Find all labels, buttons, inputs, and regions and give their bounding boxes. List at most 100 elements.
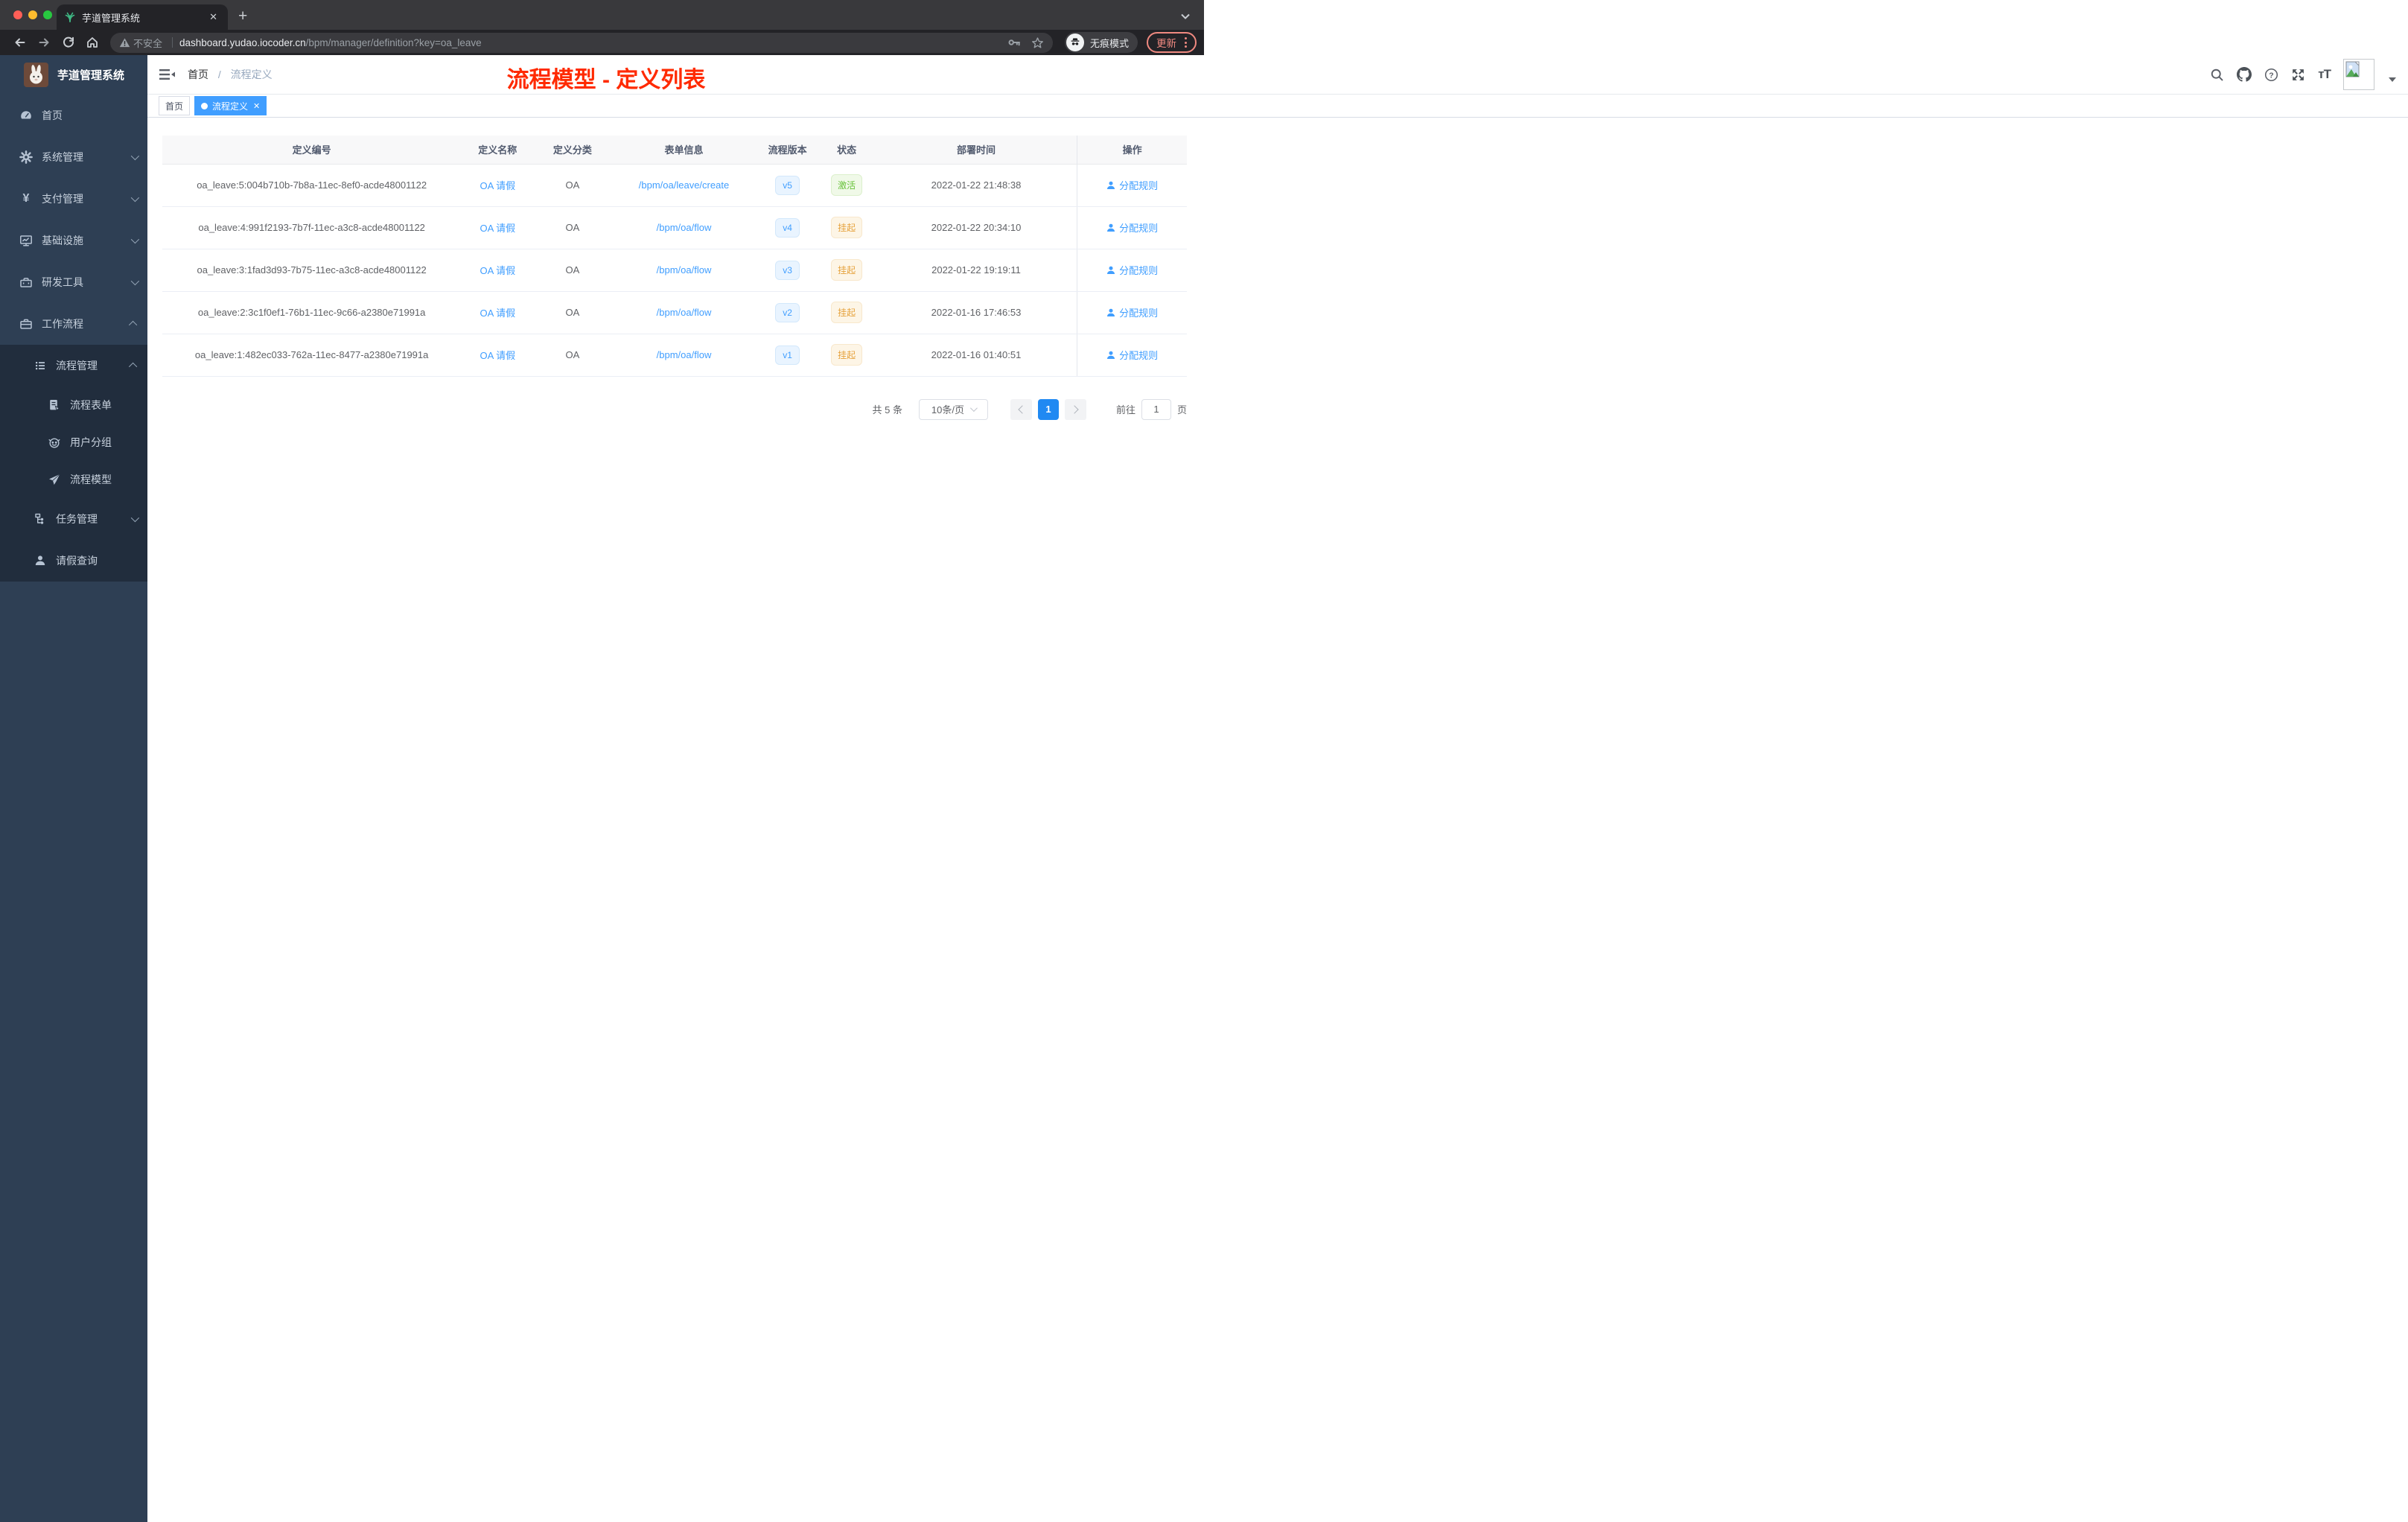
form-link[interactable]: /bpm/oa/flow (657, 264, 712, 276)
cell-category: OA (534, 334, 611, 377)
url-text[interactable]: dashboard.yudao.iocoder.cn/bpm/manager/d… (179, 37, 1007, 48)
bookmark-star-icon[interactable] (1031, 36, 1044, 49)
help-icon[interactable]: ? (2264, 68, 2278, 82)
chevron-down-icon (130, 513, 140, 523)
sidebar-item-user-group[interactable]: 用户分组 (0, 424, 147, 461)
prev-page-button[interactable] (1010, 398, 1032, 420)
sidebar-logo[interactable]: 芋道管理系统 (0, 55, 147, 95)
monitor-icon (19, 234, 33, 247)
browser-menu-icon[interactable] (1185, 37, 1187, 48)
sidebar-item-leave-query[interactable]: 请假查询 (0, 540, 147, 582)
assign-rule-link[interactable]: 分配规则 (1106, 263, 1158, 277)
tag-process-definition[interactable]: 流程定义 ✕ (194, 96, 267, 115)
update-chip[interactable]: 更新 (1147, 32, 1197, 53)
form-link[interactable]: /bpm/oa/flow (657, 307, 712, 318)
sidebar-item-system[interactable]: 系统管理 (0, 136, 147, 178)
hamburger-icon[interactable] (159, 68, 176, 81)
user-icon (1107, 308, 1115, 316)
new-tab-button[interactable]: + (238, 7, 247, 25)
definition-name-link[interactable]: OA 请假 (480, 223, 515, 234)
version-badge: v3 (775, 260, 800, 280)
tab-search-icon[interactable] (1180, 10, 1191, 24)
security-warning-icon[interactable] (119, 37, 130, 48)
url-bar[interactable]: 不安全 dashboard.yudao.iocoder.cn/bpm/manag… (110, 32, 1053, 53)
chevron-up-icon (128, 362, 138, 372)
close-window-button[interactable] (13, 10, 22, 19)
sidebar-item-payment[interactable]: ¥ 支付管理 (0, 178, 147, 220)
col-header-name: 定义名称 (461, 136, 535, 165)
update-label[interactable]: 更新 (1156, 35, 1176, 50)
definition-name-link[interactable]: OA 请假 (480, 308, 515, 319)
table-row: oa_leave:1:482ec033-762a-11ec-8477-a2380… (162, 334, 1187, 377)
window-controls[interactable] (13, 10, 52, 19)
definition-name-link[interactable]: OA 请假 (480, 265, 515, 276)
form-link[interactable]: /bpm/oa/flow (657, 349, 712, 360)
font-size-icon[interactable]: тТ (2318, 67, 2331, 82)
sidebar-item-label: 系统管理 (42, 151, 83, 163)
assign-rule-link[interactable]: 分配规则 (1106, 178, 1158, 192)
definition-name-link[interactable]: OA 请假 (480, 180, 515, 191)
sidebar-item-home[interactable]: 首页 (0, 95, 147, 136)
toolbox-icon (19, 276, 33, 289)
back-icon[interactable] (13, 36, 27, 49)
url-path: /bpm/manager/definition?key=oa_leave (305, 36, 482, 48)
col-header-deploy-time: 部署时间 (875, 136, 1077, 165)
page-size-select[interactable]: 10条/页 (918, 398, 988, 420)
assign-rule-link[interactable]: 分配规则 (1106, 220, 1158, 235)
page-number-current[interactable]: 1 (1037, 398, 1059, 420)
status-badge: 挂起 (831, 259, 863, 281)
sidebar-item-process-form[interactable]: 流程表单 (0, 386, 147, 424)
search-icon[interactable] (2210, 68, 2224, 82)
sidebar-item-devtools[interactable]: 研发工具 (0, 261, 147, 303)
logo-avatar (24, 63, 48, 87)
minimize-window-button[interactable] (28, 10, 37, 19)
tag-home[interactable]: 首页 (159, 96, 191, 115)
goto-page-input[interactable] (1141, 398, 1171, 420)
col-header-category: 定义分类 (534, 136, 611, 165)
form-link[interactable]: /bpm/oa/flow (657, 222, 712, 233)
cell-category: OA (534, 206, 611, 249)
fullscreen-icon[interactable] (2291, 68, 2305, 82)
sidebar-item-label: 任务管理 (56, 513, 98, 525)
tags-bar: 首页 流程定义 ✕ (147, 94, 2408, 118)
table-row: oa_leave:2:3c1f0ef1-76b1-11ec-9c66-a2380… (162, 291, 1187, 334)
tab-close-icon[interactable]: ✕ (206, 11, 220, 23)
dashboard-icon (19, 109, 33, 122)
page-unit-label: 页 (1176, 404, 1187, 415)
security-label[interactable]: 不安全 (133, 36, 162, 50)
assign-rule-link[interactable]: 分配规则 (1106, 305, 1158, 319)
version-badge: v4 (775, 217, 800, 238)
next-page-button[interactable] (1064, 398, 1086, 420)
form-icon (48, 398, 61, 412)
github-icon[interactable] (2237, 67, 2252, 82)
definition-name-link[interactable]: OA 请假 (480, 350, 515, 361)
total-count: 共 5 条 (872, 404, 902, 415)
tag-close-icon[interactable]: ✕ (253, 101, 260, 111)
sidebar-item-process-model[interactable]: 流程模型 (0, 461, 147, 498)
briefcase-icon (19, 317, 33, 331)
reload-icon[interactable] (62, 36, 75, 49)
cell-deploy-time: 2022-01-22 20:34:10 (875, 206, 1077, 249)
table-header-row: 定义编号 定义名称 定义分类 表单信息 流程版本 状态 部署时间 操作 (162, 136, 1187, 165)
breadcrumb-home[interactable]: 首页 (188, 69, 208, 80)
sidebar-item-process-mgmt[interactable]: 流程管理 (0, 345, 147, 386)
sidebar-item-workflow[interactable]: 工作流程 (0, 303, 147, 345)
annotation-title: 流程模型 - 定义列表 (506, 68, 706, 92)
tree-icon (34, 512, 47, 526)
password-key-icon[interactable] (1007, 36, 1021, 49)
paper-plane-icon (48, 473, 61, 486)
user-icon (34, 554, 47, 567)
assign-rule-link[interactable]: 分配规则 (1106, 348, 1158, 362)
sidebar-item-task-mgmt[interactable]: 任务管理 (0, 498, 147, 540)
sidebar-item-infra[interactable]: 基础设施 (0, 220, 147, 261)
home-icon[interactable] (86, 36, 99, 49)
pagination: 共 5 条 10条/页 1 前往 页 (162, 398, 1187, 420)
sidebar-item-label: 流程表单 (70, 399, 112, 411)
forward-icon[interactable] (37, 36, 51, 49)
zoom-window-button[interactable] (43, 10, 52, 19)
avatar[interactable] (2343, 59, 2374, 90)
browser-tab[interactable]: 芋道管理系统 ✕ (57, 4, 228, 30)
cell-id: oa_leave:2:3c1f0ef1-76b1-11ec-9c66-a2380… (162, 291, 462, 334)
form-link[interactable]: /bpm/oa/leave/create (639, 179, 729, 191)
avatar-caret-icon[interactable] (2389, 77, 2396, 82)
